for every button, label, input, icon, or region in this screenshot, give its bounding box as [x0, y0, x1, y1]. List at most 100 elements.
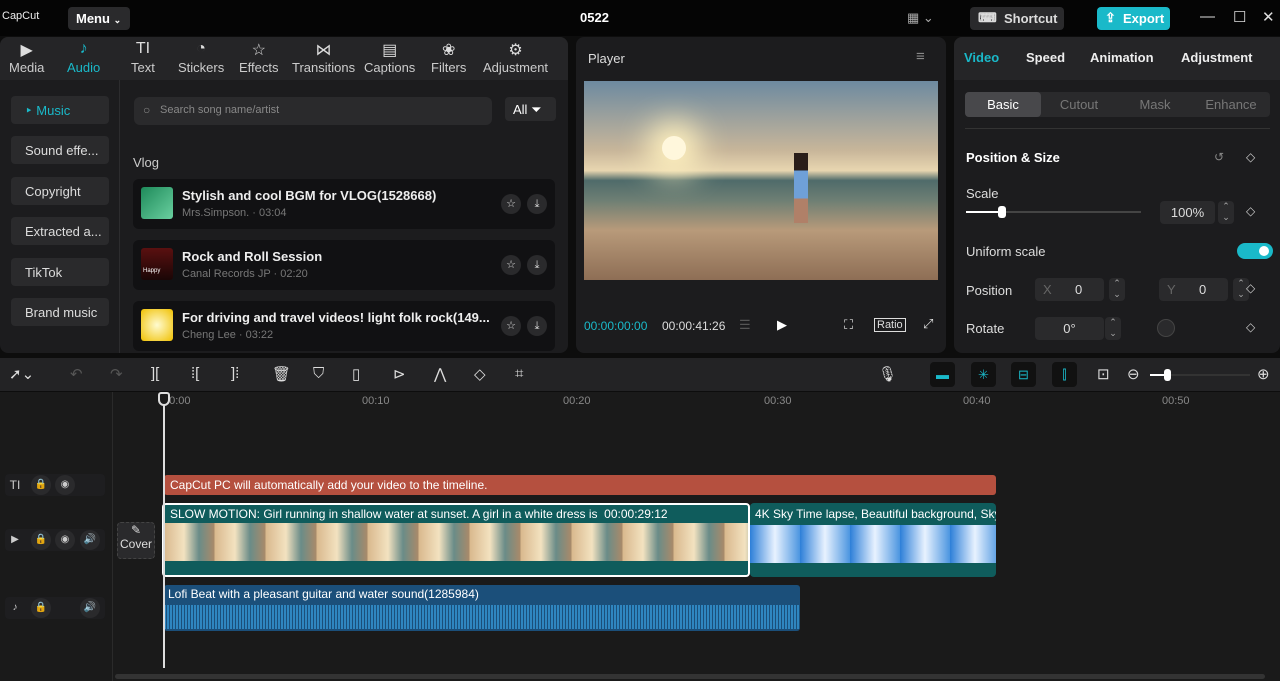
close-icon[interactable]: ✕	[1262, 8, 1275, 26]
zoom-preview-icon[interactable]: ⛶	[844, 317, 853, 333]
text-clip[interactable]: CapCut PC will automatically add your vi…	[164, 475, 996, 495]
magnet-main-track-icon[interactable]: ▬	[930, 362, 955, 387]
video-clip[interactable]: SLOW MOTION: Girl running in shallow wat…	[162, 503, 750, 577]
tab-transitions[interactable]: ⋈ Transitions	[292, 40, 355, 75]
delete-icon[interactable]: 🗑	[272, 365, 291, 383]
zoom-slider[interactable]	[1150, 369, 1250, 381]
maximize-icon[interactable]: ☐	[1233, 8, 1246, 26]
tab-audio[interactable]: ♪ Audio	[67, 40, 100, 75]
fullscreen-icon[interactable]: ⤢	[923, 316, 933, 332]
play-button[interactable]: ▶	[777, 317, 787, 333]
song-item[interactable]: Happy Rock and Roll Session Canal Record…	[133, 240, 555, 290]
rotate-stepper[interactable]: ⌃ ⌄	[1105, 317, 1121, 340]
position-x-input[interactable]: X0	[1035, 278, 1104, 301]
song-item[interactable]: For driving and travel videos! light fol…	[133, 301, 555, 351]
lock-icon[interactable]: 🔒	[31, 475, 51, 495]
x-stepper[interactable]: ⌃ ⌄	[1109, 278, 1125, 301]
scale-input[interactable]: 100%	[1160, 201, 1215, 224]
reset-icon[interactable]: ↺	[1214, 150, 1224, 164]
subtab-cutout[interactable]: Cutout	[1041, 97, 1117, 112]
tab-stickers[interactable]: ◔ Stickers	[178, 40, 224, 75]
scale-slider[interactable]	[966, 206, 1141, 218]
undo-icon[interactable]: ↶	[70, 365, 83, 383]
zoom-to-fit-icon[interactable]: ⊡	[1097, 365, 1110, 383]
keyframe-icon[interactable]: ◇	[1246, 320, 1255, 334]
microphone-icon[interactable]: 🎙	[878, 365, 897, 383]
filter-button[interactable]: All ⏷	[505, 97, 556, 121]
download-icon[interactable]: ⤓	[527, 255, 547, 275]
lock-icon[interactable]: 🔒	[31, 530, 51, 550]
zoom-in-icon[interactable]: ⊕	[1257, 365, 1270, 383]
tab-adjustment[interactable]: ⚙ Adjustment	[483, 40, 548, 75]
tab-animation[interactable]: Animation	[1090, 50, 1154, 65]
tab-effects[interactable]: ☆ Effects	[239, 40, 279, 75]
link-icon[interactable]: ⊟	[1011, 362, 1036, 387]
rotate-input[interactable]: 0°	[1035, 317, 1104, 340]
slider-handle[interactable]	[998, 206, 1006, 218]
export-button[interactable]: ⇪ Export	[1097, 7, 1170, 30]
keyframe-icon[interactable]: ◇	[1246, 281, 1255, 295]
split-right-icon[interactable]: ]⁞	[231, 365, 239, 382]
tab-captions[interactable]: ▤ Captions	[364, 40, 415, 75]
tab-adjustment[interactable]: Adjustment	[1181, 50, 1253, 65]
uniform-scale-toggle[interactable]	[1237, 243, 1273, 259]
favorite-icon[interactable]: ☆	[501, 255, 521, 275]
ratio-button[interactable]: Ratio	[874, 318, 906, 332]
eye-icon[interactable]: ◉	[55, 475, 75, 495]
redo-icon[interactable]: ↷	[110, 365, 123, 383]
slider-handle[interactable]	[1164, 369, 1171, 381]
preview-axis-icon[interactable]: ⫿	[1052, 362, 1077, 387]
position-y-input[interactable]: Y0	[1159, 278, 1228, 301]
subtab-basic[interactable]: Basic	[965, 92, 1041, 117]
rotate-icon[interactable]: ◇	[474, 365, 486, 383]
playhead[interactable]	[163, 394, 165, 668]
lock-icon[interactable]: 🔒	[31, 598, 51, 618]
sidebar-item-tiktok[interactable]: TikTok	[11, 258, 109, 286]
keyframe-icon[interactable]: ◇	[1246, 204, 1255, 218]
favorite-icon[interactable]: ☆	[501, 316, 521, 336]
sidebar-item-brand-music[interactable]: Brand music	[11, 298, 109, 326]
reverse-icon[interactable]: ⊳	[393, 365, 406, 383]
shortcut-button[interactable]: ⌨ Shortcut	[970, 7, 1064, 30]
sidebar-item-sound-effects[interactable]: Sound effe...	[11, 136, 109, 164]
rotate-dial[interactable]	[1157, 319, 1175, 337]
subtab-mask[interactable]: Mask	[1117, 97, 1193, 112]
song-item[interactable]: Stylish and cool BGM for VLOG(1528668) M…	[133, 179, 555, 229]
search-input[interactable]: Search song name/artist	[134, 97, 492, 125]
freeze-icon[interactable]: ▯	[352, 365, 360, 383]
zoom-out-icon[interactable]: ⊖	[1127, 365, 1140, 383]
mirror-icon[interactable]: ⋀	[434, 365, 446, 383]
menu-icon[interactable]: ≡	[916, 48, 925, 65]
keyframe-icon[interactable]: ◇	[1246, 150, 1255, 164]
sidebar-item-music[interactable]: ‣ Music	[11, 96, 109, 124]
marker-icon[interactable]: ⛉	[313, 365, 324, 382]
layout-icon[interactable]: ▦ ⌄	[907, 10, 934, 26]
split-left-icon[interactable]: ⁞[	[191, 365, 199, 382]
volume-icon[interactable]: 🔊	[80, 598, 100, 618]
tab-text[interactable]: TI Text	[131, 40, 155, 75]
download-icon[interactable]: ⤓	[527, 316, 547, 336]
tab-media[interactable]: ▶ Media	[9, 40, 44, 75]
tab-speed[interactable]: Speed	[1026, 50, 1065, 65]
audio-clip[interactable]: Lofi Beat with a pleasant guitar and wat…	[164, 585, 800, 631]
auto-snap-icon[interactable]: ✳	[971, 362, 996, 387]
tab-video[interactable]: Video	[964, 50, 999, 65]
menu-button[interactable]: Menu ⌄	[68, 7, 130, 30]
eye-icon[interactable]: ◉	[55, 530, 75, 550]
time-ruler[interactable]: 00:00 00:10 00:20 00:30 00:40 00:50	[115, 392, 1280, 412]
download-icon[interactable]: ⤓	[527, 194, 547, 214]
scale-stepper[interactable]: ⌃ ⌄	[1218, 201, 1234, 224]
favorite-icon[interactable]: ☆	[501, 194, 521, 214]
cover-button[interactable]: ✎ Cover	[117, 522, 155, 559]
crop-icon[interactable]: ⌗	[515, 365, 523, 382]
subtab-enhance[interactable]: Enhance	[1193, 97, 1269, 112]
video-preview[interactable]	[584, 81, 938, 280]
split-icon[interactable]: ][	[151, 365, 159, 382]
playhead-handle[interactable]	[158, 392, 170, 406]
sidebar-item-copyright[interactable]: Copyright	[11, 177, 109, 205]
select-tool-icon[interactable]: ➚⌄	[9, 365, 34, 383]
sidebar-item-extracted-audio[interactable]: Extracted a...	[11, 217, 109, 245]
horizontal-scrollbar[interactable]	[115, 674, 1265, 679]
volume-icon[interactable]: 🔊	[80, 530, 100, 550]
tab-filters[interactable]: ❀ Filters	[431, 40, 466, 75]
